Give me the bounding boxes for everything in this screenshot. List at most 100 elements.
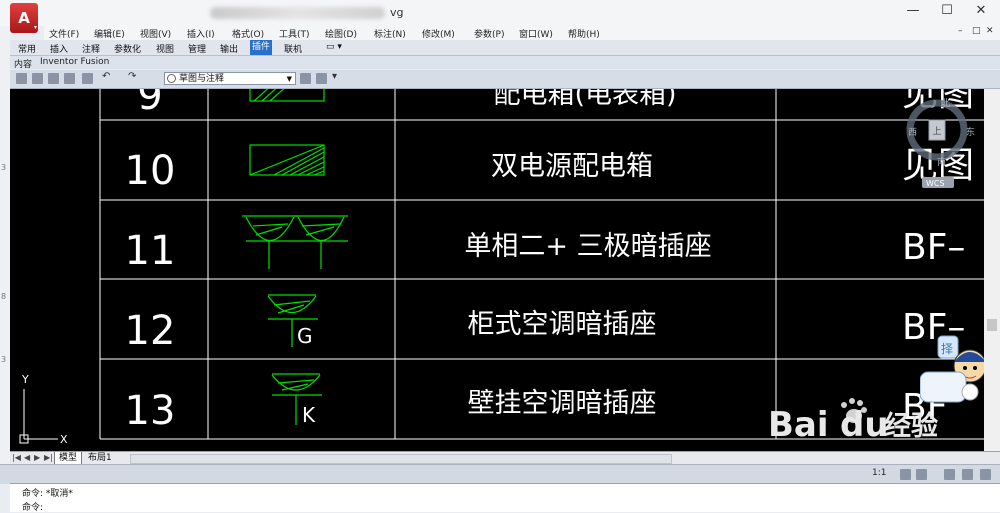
workspace-switch-icon[interactable]: [944, 469, 955, 480]
tab-plugins[interactable]: 插件: [250, 40, 273, 55]
symbol-letter: K: [302, 403, 316, 427]
menu-draw[interactable]: 绘图(D): [325, 27, 357, 40]
clean-screen-icon[interactable]: [980, 469, 991, 480]
vertical-scrollbar[interactable]: [984, 89, 1000, 451]
menu-modify[interactable]: 修改(M): [422, 27, 455, 40]
edge-mark: 8: [1, 292, 7, 301]
quick-access-toolbar: ↶ ↷ 草图与注释 ▼ ▾: [10, 70, 1000, 89]
minimize-button[interactable]: —: [898, 3, 928, 18]
workspace-dropdown[interactable]: 草图与注释 ▼: [164, 72, 296, 85]
ribbon-panel-toggle-icon[interactable]: ▭ ▾: [326, 42, 342, 52]
menu-window[interactable]: 窗口(W): [519, 27, 553, 40]
row-number: 13: [125, 388, 176, 434]
last-layout-button[interactable]: ▶|: [44, 453, 53, 462]
subtab-content[interactable]: 内容: [14, 57, 32, 70]
subtab-inventor-fusion[interactable]: Inventor Fusion: [40, 57, 109, 67]
mdi-close-button[interactable]: ✕: [986, 26, 994, 36]
chevron-down-icon: ▾: [33, 24, 37, 31]
distribution-box-symbol: [249, 89, 325, 102]
watermark-brand: Bai: [768, 405, 829, 445]
status-bar: 1:1: [0, 464, 1000, 484]
window-title: vg: [390, 6, 404, 19]
mascot-label: 择: [941, 342, 953, 356]
watermark-du: du: [840, 405, 889, 445]
row-number: 10: [125, 148, 176, 194]
tab-online[interactable]: 联机: [284, 42, 302, 55]
horizontal-scrollbar[interactable]: [130, 454, 672, 464]
menu-edit[interactable]: 编辑(E): [94, 27, 125, 40]
tab-manage[interactable]: 管理: [188, 42, 206, 55]
scrollbar-thumb[interactable]: [987, 319, 997, 331]
menu-help[interactable]: 帮助(H): [568, 27, 600, 40]
save-icon[interactable]: [48, 73, 59, 84]
viewcube-south: 南: [937, 156, 946, 168]
layer-icon[interactable]: [300, 73, 311, 84]
left-edge-strip: 3 8 3: [0, 26, 10, 464]
application-menu-button[interactable]: A ▾: [10, 3, 38, 33]
menu-dimension[interactable]: 标注(N): [374, 27, 406, 40]
command-prompt[interactable]: 命令:: [22, 500, 43, 513]
viewcube-east: 东: [966, 126, 975, 138]
annotation-visibility-icon[interactable]: [900, 469, 911, 480]
undo-icon[interactable]: ↶: [102, 71, 110, 82]
watermark-jingyan: 经验: [884, 410, 938, 442]
redo-icon[interactable]: ↷: [128, 71, 136, 82]
workspace-value: 草图与注释: [179, 74, 225, 84]
drawing-canvas[interactable]: 9 10 11 12 13 配电箱(电表箱) 双电源配电箱 单相二+ 三极暗插座…: [10, 89, 984, 451]
auto-scale-icon[interactable]: [916, 469, 927, 480]
ribbon-tabs: 常用 插入 注释 参数化 视图 管理 输出 插件 联机 ▭ ▾: [10, 40, 1000, 56]
chevron-down-icon: ▼: [286, 75, 292, 83]
tab-insert[interactable]: 插入: [50, 42, 68, 55]
prev-layout-button[interactable]: ◀: [24, 453, 30, 462]
mascot-svg: 择: [919, 335, 984, 403]
double-socket-symbol: [242, 215, 348, 269]
menu-bar: 文件(F) 编辑(E) 视图(V) 插入(I) 格式(O) 工具(T) 绘图(D…: [44, 26, 1000, 40]
mdi-minimize-button[interactable]: –: [958, 26, 963, 36]
layout-tab-bar: |◀ ◀ ▶ ▶| 模型 布局1: [10, 451, 1000, 465]
tab-layout1[interactable]: 布局1: [84, 452, 116, 464]
publish-icon[interactable]: [316, 73, 327, 84]
viewcube-north: 北: [941, 98, 950, 109]
gear-icon: [167, 74, 176, 83]
menu-format[interactable]: 格式(O): [232, 27, 264, 40]
close-button[interactable]: ✕: [966, 3, 996, 18]
viewcube-west: 西: [908, 127, 917, 138]
menu-tools[interactable]: 工具(T): [279, 27, 310, 40]
symbol-letter: G: [297, 324, 313, 348]
command-line[interactable]: 命令: *取消* 命令:: [10, 483, 1000, 513]
save-as-icon[interactable]: [64, 73, 75, 84]
new-icon[interactable]: [16, 73, 27, 84]
menu-insert[interactable]: 插入(I): [187, 27, 215, 40]
ucs-y-label: Y: [21, 373, 29, 386]
edge-mark: 3: [1, 355, 7, 364]
tab-output[interactable]: 输出: [220, 42, 238, 55]
tab-parametric[interactable]: 参数化: [114, 42, 141, 55]
tab-home[interactable]: 常用: [18, 42, 36, 55]
blurred-filename: [210, 7, 385, 19]
open-icon[interactable]: [32, 73, 43, 84]
row-note: BF–: [902, 227, 965, 268]
ribbon-subtabs: 内容 Inventor Fusion: [10, 56, 1000, 70]
title-bar: A ▾ vg — ☐ ✕: [0, 0, 1000, 33]
command-history: 命令: *取消*: [22, 489, 73, 499]
menu-parametric[interactable]: 参数(P): [474, 27, 504, 40]
row-name: 单相二+ 三极暗插座: [464, 231, 711, 262]
maximize-button[interactable]: ☐: [932, 3, 962, 18]
viewcube-top: 上: [932, 126, 941, 137]
ucs-x-label: X: [60, 433, 68, 446]
menu-file[interactable]: 文件(F): [49, 27, 79, 40]
row-name: 柜式空调暗插座: [468, 309, 657, 340]
annotation-scale[interactable]: 1:1: [872, 468, 886, 478]
row-number: 12: [125, 308, 176, 354]
tab-view[interactable]: 视图: [156, 42, 174, 55]
customize-toolbar-icon[interactable]: ▾: [332, 71, 337, 82]
print-icon[interactable]: [82, 73, 93, 84]
next-layout-button[interactable]: ▶: [34, 453, 40, 462]
first-layout-button[interactable]: |◀: [12, 453, 21, 462]
mascot-sticker: 择: [919, 334, 984, 414]
menu-view[interactable]: 视图(V): [140, 27, 171, 40]
lock-icon[interactable]: [962, 469, 973, 480]
tab-annotate[interactable]: 注释: [82, 42, 100, 55]
mdi-restore-button[interactable]: □: [972, 26, 981, 36]
ucs-icon: [19, 389, 58, 444]
